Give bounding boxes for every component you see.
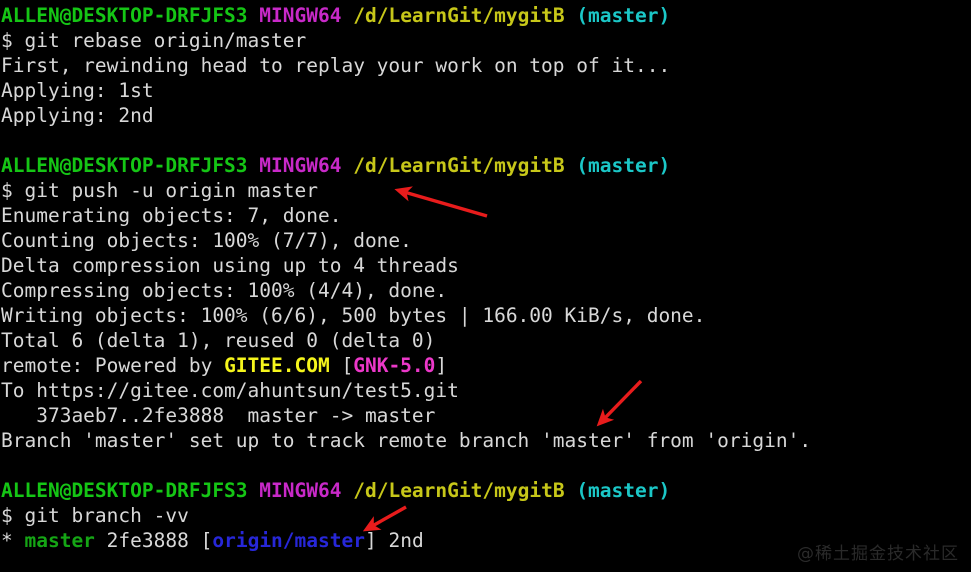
branch-name: master [24, 529, 95, 552]
prompt-line: ALLEN@DESKTOP-DRFJFS3 MINGW64 /d/LearnGi… [1, 153, 971, 178]
output-line: First, rewinding head to replay your wor… [1, 54, 671, 77]
command-line: $ git push -u origin master [1, 178, 971, 203]
bracket-open: [ [329, 354, 354, 377]
terminal-screen[interactable]: ALLEN@DESKTOP-DRFJFS3 MINGW64 /d/LearnGi… [1, 3, 971, 572]
watermark-text: @稀土掘金技术社区 [797, 544, 959, 564]
output-line-remote-url: To https://gitee.com/ahuntsun/test5.git [1, 379, 459, 402]
prompt-symbol: $ [1, 29, 25, 52]
prompt-shell: MINGW64 [259, 154, 342, 177]
terminal-window[interactable]: ALLEN@DESKTOP-DRFJFS3 MINGW64 /d/LearnGi… [0, 0, 971, 572]
output-line: Writing objects: 100% (6/6), 500 bytes |… [1, 304, 706, 327]
output-line: Delta compression using up to 4 threads [1, 254, 459, 277]
prompt-shell: MINGW64 [259, 479, 342, 502]
bracket-close: ] [364, 529, 377, 552]
prompt-branch: (master) [576, 479, 671, 502]
gnk-version: GNK-5.0 [353, 354, 436, 377]
command-text: git rebase origin/master [24, 29, 307, 52]
prompt-path: /d/LearnGit/mygitB [353, 4, 565, 27]
output-line: Total 6 (delta 1), reused 0 (delta 0) [1, 329, 436, 352]
output-line: Enumerating objects: 7, done. [1, 204, 342, 227]
output-line-ref-update: 373aeb7..2fe3888 master -> master [1, 404, 436, 427]
output-line: Applying: 2nd [1, 104, 154, 127]
command-text: git push -u origin master [24, 179, 318, 202]
prompt-branch: (master) [576, 4, 671, 27]
commit-hash: 2fe3888 [94, 529, 201, 552]
prompt-user-host: ALLEN@DESKTOP-DRFJFS3 [1, 154, 248, 177]
output-line-branch-tracking: Branch 'master' set up to track remote b… [1, 429, 812, 452]
remote-prefix: remote: Powered by [1, 354, 225, 377]
commit-message: 2nd [376, 529, 424, 552]
prompt-line: ALLEN@DESKTOP-DRFJFS3 MINGW64 /d/LearnGi… [1, 478, 971, 503]
output-line: Compressing objects: 100% (4/4), done. [1, 279, 448, 302]
command-line: $ git branch -vv [1, 503, 971, 528]
current-branch-marker: * [1, 529, 25, 552]
gitee-label: GITEE.COM [224, 354, 330, 377]
command-text: git branch -vv [24, 504, 189, 527]
prompt-user-host: ALLEN@DESKTOP-DRFJFS3 [1, 479, 248, 502]
upstream-branch: origin/master [212, 529, 365, 552]
output-line: Applying: 1st [1, 79, 154, 102]
prompt-symbol: $ [1, 504, 25, 527]
prompt-shell: MINGW64 [259, 4, 342, 27]
prompt-branch: (master) [576, 154, 671, 177]
output-line: Counting objects: 100% (7/7), done. [1, 229, 412, 252]
prompt-symbol: $ [1, 179, 25, 202]
prompt-path: /d/LearnGit/mygitB [353, 479, 565, 502]
remote-powered-by-line: remote: Powered by GITEE.COM [GNK-5.0] [1, 353, 971, 378]
bracket-close: ] [435, 354, 448, 377]
command-line: $ git rebase origin/master [1, 28, 971, 53]
prompt-path: /d/LearnGit/mygitB [353, 154, 565, 177]
prompt-line: ALLEN@DESKTOP-DRFJFS3 MINGW64 /d/LearnGi… [1, 3, 971, 28]
prompt-user-host: ALLEN@DESKTOP-DRFJFS3 [1, 4, 248, 27]
bracket-open: [ [200, 529, 213, 552]
